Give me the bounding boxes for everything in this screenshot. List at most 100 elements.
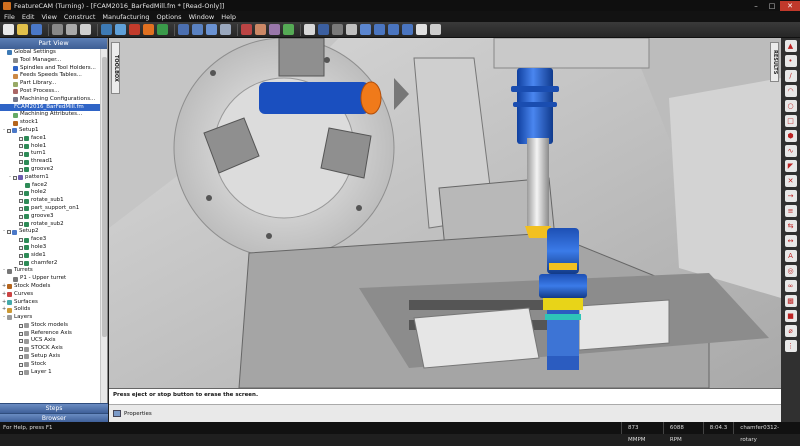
tree-item[interactable]: Stock <box>0 361 100 369</box>
visibility-checkbox[interactable] <box>19 245 23 250</box>
tree-item[interactable]: groove2 <box>0 166 100 174</box>
tree-item[interactable]: thread1 <box>0 158 100 166</box>
visibility-checkbox[interactable] <box>19 323 23 328</box>
view-top-icon[interactable] <box>374 24 385 35</box>
visibility-checkbox[interactable] <box>19 214 23 219</box>
view-front-icon[interactable] <box>388 24 399 35</box>
visibility-checkbox[interactable] <box>7 230 11 235</box>
expand-toggle-icon[interactable]: + <box>2 306 6 314</box>
polygon-icon[interactable]: ⬢ <box>784 130 797 142</box>
properties-button[interactable]: Properties <box>113 410 152 417</box>
line-icon[interactable] <box>255 24 266 35</box>
copy-icon[interactable] <box>66 24 77 35</box>
visibility-checkbox[interactable] <box>19 339 23 344</box>
tree-item[interactable]: Layer 1 <box>0 369 100 377</box>
visibility-checkbox[interactable] <box>19 362 23 367</box>
chain-icon[interactable]: ∞ <box>784 280 797 292</box>
fillet-icon[interactable]: ◤ <box>784 160 797 172</box>
open-folder-icon[interactable] <box>17 24 28 35</box>
menu-manufacturing[interactable]: Manufacturing <box>102 13 149 21</box>
menu-window[interactable]: Window <box>189 13 215 21</box>
visibility-checkbox[interactable] <box>19 238 23 243</box>
visibility-checkbox[interactable] <box>19 136 23 141</box>
visibility-checkbox[interactable] <box>19 347 23 352</box>
tree-item[interactable]: Setup Axis <box>0 353 100 361</box>
shaded-icon[interactable] <box>416 24 427 35</box>
tree-item[interactable]: Tool Manager... <box>0 57 100 65</box>
tab-steps[interactable]: Steps <box>0 403 108 413</box>
tree-item[interactable]: - Layers <box>0 314 100 322</box>
mirror-icon[interactable]: ⇆ <box>784 220 797 232</box>
tree-item[interactable]: rotate_sub1 <box>0 197 100 205</box>
menu-construct[interactable]: Construct <box>64 13 95 21</box>
tree-item[interactable]: Machining Configurations... <box>0 96 100 104</box>
tree-item[interactable]: P1 - Upper turret <box>0 275 100 283</box>
tree-item[interactable]: face1 <box>0 135 100 143</box>
tree-item[interactable]: face2 <box>0 182 100 190</box>
tree-item[interactable]: hole2 <box>0 189 100 197</box>
visibility-checkbox[interactable] <box>19 199 23 204</box>
offset-icon[interactable]: ≡ <box>784 205 797 217</box>
tree-item[interactable]: - pattern1 <box>0 174 100 182</box>
visibility-checkbox[interactable] <box>19 160 23 165</box>
visibility-checkbox[interactable] <box>19 191 23 196</box>
tree-item[interactable]: + Solids <box>0 306 100 314</box>
dimension-icon[interactable]: ↔ <box>784 235 797 247</box>
expand-toggle-icon[interactable]: - <box>2 314 6 322</box>
tree-item[interactable]: hole3 <box>0 244 100 252</box>
tree-item[interactable]: groove3 <box>0 213 100 221</box>
solid-icon[interactable]: ■ <box>784 310 797 322</box>
tree-item[interactable]: hole1 <box>0 143 100 151</box>
results-tab[interactable]: RESULTS <box>770 42 779 82</box>
circle-icon[interactable]: ○ <box>784 100 797 112</box>
tree-item[interactable]: STOCK Axis <box>0 345 100 353</box>
minimize-icon[interactable]: – <box>748 1 764 11</box>
tree-item[interactable]: Feeds Speeds Tables... <box>0 72 100 80</box>
menu-help[interactable]: Help <box>221 13 236 21</box>
tool-path-icon[interactable] <box>143 24 154 35</box>
tree-item[interactable]: + Curves <box>0 291 100 299</box>
settings-icon[interactable] <box>332 24 343 35</box>
visibility-checkbox[interactable] <box>19 152 23 157</box>
spline-icon[interactable]: ∿ <box>784 145 797 157</box>
simulate-icon[interactable] <box>129 24 140 35</box>
expand-toggle-icon[interactable]: - <box>8 174 12 182</box>
save-icon[interactable] <box>31 24 42 35</box>
visibility-checkbox[interactable] <box>19 167 23 172</box>
tree-item[interactable]: Stock models <box>0 322 100 330</box>
scroll-thumb[interactable] <box>102 57 107 337</box>
play-icon[interactable] <box>157 24 168 35</box>
point-icon[interactable]: • <box>784 55 797 67</box>
tree-item[interactable]: stock1 <box>0 119 100 127</box>
visibility-checkbox[interactable] <box>7 128 11 133</box>
expand-toggle-icon[interactable]: - <box>2 228 6 236</box>
visibility-checkbox[interactable] <box>19 331 23 336</box>
tree-item[interactable]: part_support_on1 <box>0 205 100 213</box>
tree-item[interactable]: turn1 <box>0 150 100 158</box>
layers-icon[interactable] <box>346 24 357 35</box>
tree-item[interactable]: + Stock Models <box>0 283 100 291</box>
tab-browser[interactable]: Browser <box>0 412 108 422</box>
trim-icon[interactable]: ✕ <box>784 175 797 187</box>
measure-icon[interactable] <box>304 24 315 35</box>
extend-icon[interactable]: → <box>784 190 797 202</box>
visibility-checkbox[interactable] <box>19 370 23 375</box>
visibility-checkbox[interactable] <box>19 222 23 227</box>
tree-item[interactable]: - Setup2 <box>0 228 100 236</box>
tree-item[interactable]: + Surfaces <box>0 299 100 307</box>
surface-icon[interactable]: ▩ <box>784 295 797 307</box>
rectangle-icon[interactable]: □ <box>784 115 797 127</box>
visibility-checkbox[interactable] <box>19 253 23 258</box>
pan-icon[interactable] <box>192 24 203 35</box>
cut-icon[interactable] <box>52 24 63 35</box>
tree-item[interactable]: Reference Axis <box>0 330 100 338</box>
close-icon[interactable]: ✕ <box>780 0 800 11</box>
visibility-checkbox[interactable] <box>19 144 23 149</box>
line-icon[interactable]: ∕ <box>784 70 797 82</box>
view-iso-icon[interactable] <box>360 24 371 35</box>
view-icon[interactable] <box>115 24 126 35</box>
measure-icon[interactable]: ⌀ <box>784 325 797 337</box>
color-icon[interactable] <box>318 24 329 35</box>
toolbox-tab[interactable]: TOOLBOX <box>111 42 120 94</box>
visibility-checkbox[interactable] <box>13 175 17 180</box>
